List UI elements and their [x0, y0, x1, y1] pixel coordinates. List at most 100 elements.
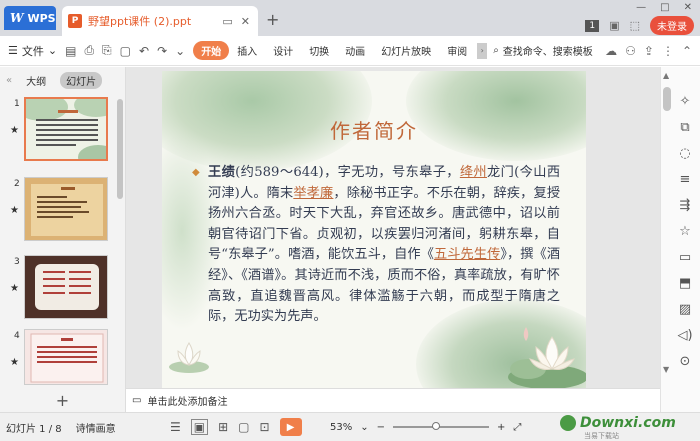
- tab-slides[interactable]: 幻灯片: [60, 71, 103, 89]
- slide-animation-star-icon: ★: [10, 125, 19, 136]
- backup-icon[interactable]: ⬒: [677, 275, 693, 291]
- tab-outline[interactable]: 大纲: [26, 73, 46, 88]
- ppt-file-icon: P: [68, 14, 82, 28]
- theme-name[interactable]: 诗情画意: [76, 420, 116, 435]
- collapse-ribbon-icon[interactable]: ⌃: [682, 44, 692, 58]
- slide-title[interactable]: 作者简介: [162, 115, 586, 144]
- fit-window-icon[interactable]: ⤢: [513, 422, 521, 433]
- wps-home-label: WPS: [27, 11, 56, 25]
- zoom-dropdown-icon[interactable]: ⌄: [360, 422, 368, 433]
- scroll-down-icon[interactable]: ▼: [663, 365, 669, 374]
- undo-icon[interactable]: ↶: [139, 44, 149, 58]
- play-slideshow-button[interactable]: ▶: [279, 418, 302, 436]
- magic-wand-icon[interactable]: ✧: [677, 93, 693, 109]
- zoom-in-icon[interactable]: +: [497, 422, 505, 433]
- new-tab-icon[interactable]: +: [266, 10, 279, 29]
- hyperlink-text[interactable]: 绛州: [460, 165, 487, 180]
- tab-insert[interactable]: 插入: [229, 41, 265, 60]
- slide-number: 2: [14, 179, 20, 189]
- slide-canvas[interactable]: 作者简介 ◆ 王绩(约589～644)，字无功，号东皋子，绛州龙门(今山西河津)…: [162, 71, 586, 389]
- slide-sorter-view-icon[interactable]: ⊞: [218, 420, 228, 434]
- lotus-flower-icon: [169, 342, 209, 373]
- notes-icon: ▭: [132, 395, 142, 406]
- plus-icon: +: [55, 390, 70, 410]
- object-format-icon[interactable]: ⧉: [677, 119, 693, 135]
- share-icon[interactable]: ⬚: [630, 19, 640, 32]
- add-slide-button[interactable]: +: [0, 388, 126, 412]
- reading-view-icon[interactable]: ▢: [238, 420, 249, 434]
- slide-thumbnail[interactable]: [24, 97, 108, 161]
- normal-view-icon[interactable]: ▣: [190, 419, 209, 435]
- zoom-out-icon[interactable]: −: [377, 422, 385, 433]
- zoom-level[interactable]: 53%: [330, 422, 352, 433]
- hyperlink-text[interactable]: 五斗先生传: [434, 247, 500, 262]
- cloud-sync-icon[interactable]: ☁: [605, 44, 617, 58]
- help-icon[interactable]: ⊙: [677, 353, 693, 369]
- slide-thumbnail[interactable]: [24, 329, 108, 385]
- canvas-vertical-scrollbar[interactable]: [663, 87, 671, 111]
- zoom-slider[interactable]: [393, 422, 490, 430]
- favorite-star-icon[interactable]: ☆: [677, 223, 693, 239]
- more-options-icon[interactable]: ⋮: [662, 44, 674, 58]
- share-link-icon[interactable]: ⇪: [644, 44, 654, 58]
- command-search[interactable]: ⌕ 查找命令、搜索模板: [493, 43, 593, 58]
- body-text-run: ，字无功，号东皋子，: [323, 165, 460, 180]
- tab-window-icon[interactable]: ▭: [222, 15, 232, 28]
- presenter-view-icon[interactable]: ⊡: [260, 420, 270, 434]
- audio-icon[interactable]: ◁): [677, 327, 693, 343]
- slide-thumbnail-row[interactable]: 3 ★: [0, 255, 118, 325]
- body-text-run: 王绩: [208, 165, 236, 180]
- animation-icon[interactable]: ⇶: [677, 197, 693, 213]
- collaborate-icon[interactable]: ⚇: [625, 44, 636, 58]
- tab-home[interactable]: 开始: [193, 41, 230, 60]
- document-tab-name: 野望ppt课件 (2).ppt: [88, 15, 192, 28]
- slide-body-text[interactable]: 王绩(约589～644)，字无功，号东皋子，绛州龙门(今山西河津)人。隋末举孝廉…: [208, 163, 560, 328]
- wps-logo-icon: W: [10, 11, 24, 25]
- adjust-settings-icon[interactable]: ≡: [677, 171, 693, 187]
- slide-number: 3: [14, 257, 20, 267]
- hamburger-icon: ☰: [8, 44, 18, 57]
- wps-home-tab[interactable]: W WPS: [4, 6, 56, 30]
- export-pdf-icon[interactable]: ⎙: [84, 43, 94, 58]
- picture-icon[interactable]: ▨: [677, 301, 693, 317]
- shape-icon[interactable]: ◌: [677, 145, 693, 161]
- titlebar-right-tools: 1 ▣ ⬚ 未登录: [585, 16, 694, 35]
- collapse-panel-icon[interactable]: «: [6, 75, 12, 86]
- hyperlink-text[interactable]: 举孝廉: [293, 186, 333, 201]
- slide-thumbnail[interactable]: [24, 255, 108, 319]
- window-count-badge[interactable]: 1: [585, 19, 600, 32]
- tab-slideshow[interactable]: 幻灯片放映: [373, 41, 439, 60]
- notes-pane[interactable]: ▭ 单击此处添加备注: [126, 388, 660, 412]
- maximize-icon[interactable]: □: [660, 2, 669, 13]
- tab-close-icon[interactable]: ✕: [241, 15, 250, 28]
- notes-toggle-icon[interactable]: ☰: [170, 420, 181, 434]
- print-icon[interactable]: ⎘: [102, 43, 112, 58]
- login-button[interactable]: 未登录: [650, 16, 694, 35]
- tab-animations[interactable]: 动画: [337, 41, 373, 60]
- minimize-icon[interactable]: —: [636, 2, 646, 13]
- slide-thumbnail-row[interactable]: 2 ★: [0, 177, 118, 247]
- slide-thumbnail[interactable]: [24, 177, 108, 241]
- slide-panel-scrollbar[interactable]: [117, 99, 123, 199]
- tab-transitions[interactable]: 切换: [301, 41, 337, 60]
- quick-access-more-icon[interactable]: ⌄: [175, 44, 185, 58]
- ribbon-scroll-right-icon[interactable]: ›: [477, 42, 488, 59]
- zoom-slider-handle[interactable]: [432, 422, 441, 430]
- tab-design[interactable]: 设计: [265, 41, 301, 60]
- command-search-label: 查找命令、搜索模板: [502, 47, 593, 58]
- notes-placeholder: 单击此处添加备注: [147, 397, 228, 408]
- site-watermark: Downxi.com: [560, 415, 676, 431]
- close-window-icon[interactable]: ✕: [684, 2, 692, 13]
- document-tab[interactable]: P 野望ppt课件 (2).ppt ▭ ✕: [62, 6, 258, 36]
- skin-icon[interactable]: ▣: [609, 19, 619, 32]
- save-icon[interactable]: ▤: [65, 44, 76, 58]
- slide-thumbnail-row[interactable]: 1 ★: [0, 97, 118, 167]
- window-controls: — □ ✕: [628, 0, 700, 15]
- redo-icon[interactable]: ↷: [157, 44, 167, 58]
- template-icon[interactable]: ▭: [677, 249, 693, 265]
- bullet-diamond-icon: ◆: [192, 167, 200, 178]
- print-preview-icon[interactable]: ▢: [120, 44, 131, 58]
- scroll-up-icon[interactable]: ▲: [663, 71, 669, 80]
- file-menu-button[interactable]: ☰ 文件 ⌄: [8, 43, 65, 59]
- tab-review[interactable]: 审阅: [439, 41, 475, 60]
